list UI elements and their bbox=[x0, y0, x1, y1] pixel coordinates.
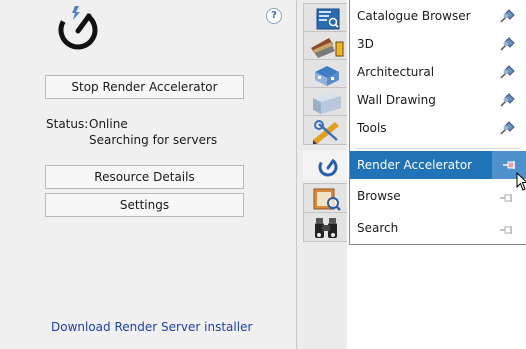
toolbar-wall-drawing[interactable] bbox=[303, 87, 349, 117]
wall-icon bbox=[313, 92, 341, 114]
menu-item-label: Catalogue Browser bbox=[357, 9, 471, 23]
unpinned-pin-icon[interactable] bbox=[499, 223, 515, 237]
menu-item-label: Search bbox=[357, 221, 399, 235]
menu-item-label: Render Accelerator bbox=[357, 158, 473, 172]
render-accelerator-icon bbox=[318, 157, 338, 177]
settings-button[interactable]: Settings bbox=[45, 193, 244, 217]
render-accelerator-logo-icon bbox=[58, 6, 98, 50]
menu-item-tools[interactable]: Tools bbox=[350, 114, 526, 142]
menu-item-architectural[interactable]: Architectural bbox=[350, 58, 526, 86]
menu-item-browse[interactable]: Browse bbox=[350, 182, 526, 210]
menu-item-render-accelerator[interactable]: Render Accelerator bbox=[350, 151, 526, 179]
menu-item-catalogue-browser[interactable]: Catalogue Browser bbox=[350, 2, 526, 30]
building-icon bbox=[315, 66, 339, 86]
toolbar-architectural[interactable] bbox=[303, 59, 349, 89]
toolbar-catalogue-browser[interactable] bbox=[303, 3, 349, 33]
help-button[interactable]: ? bbox=[266, 8, 282, 24]
pin-icon[interactable] bbox=[499, 121, 515, 135]
pin-icon[interactable] bbox=[499, 37, 515, 51]
unpinned-pin-icon bbox=[503, 161, 515, 169]
toolbar-tools[interactable] bbox=[303, 115, 349, 145]
menu-item-3d[interactable]: 3D bbox=[350, 30, 526, 58]
toolbar-flyout-menu: Catalogue Browser 3D Architectural Wall … bbox=[349, 0, 526, 245]
stop-render-accelerator-button[interactable]: Stop Render Accelerator bbox=[45, 75, 244, 99]
menu-item-wall-drawing[interactable]: Wall Drawing bbox=[350, 86, 526, 114]
status-detail: Searching for servers bbox=[89, 133, 218, 147]
content-area bbox=[349, 245, 526, 349]
unpinned-pin-icon[interactable] bbox=[499, 191, 515, 205]
toolbar-render-accelerator[interactable] bbox=[303, 150, 349, 180]
menu-item-label: Wall Drawing bbox=[357, 93, 436, 107]
vertical-toolbar bbox=[303, 0, 349, 245]
catalogue-book-icon bbox=[316, 8, 340, 30]
tools-icon bbox=[313, 120, 339, 144]
status-value: Online bbox=[89, 117, 128, 131]
menu-separator bbox=[356, 148, 521, 149]
menu-item-label: Architectural bbox=[357, 65, 435, 79]
resource-details-button[interactable]: Resource Details bbox=[45, 165, 244, 189]
binoculars-icon bbox=[315, 218, 337, 238]
pin-icon[interactable] bbox=[499, 9, 515, 23]
menu-item-search[interactable]: Search bbox=[350, 214, 526, 242]
download-render-server-link[interactable]: Download Render Server installer bbox=[51, 320, 252, 334]
menu-item-label: 3D bbox=[357, 37, 374, 51]
render-accelerator-panel: ? Stop Render Accelerator Status: Online… bbox=[0, 0, 296, 349]
pin-icon[interactable] bbox=[499, 65, 515, 79]
toolbar-3d[interactable] bbox=[303, 31, 349, 61]
toolbar-search[interactable] bbox=[303, 212, 349, 242]
browse-picture-icon bbox=[313, 188, 341, 211]
mouse-cursor-icon bbox=[516, 172, 526, 191]
status-label: Status: bbox=[46, 117, 89, 131]
material-swatches-icon bbox=[311, 38, 344, 58]
toolbar-browse[interactable] bbox=[303, 183, 349, 213]
pin-icon[interactable] bbox=[499, 93, 515, 107]
menu-item-label: Tools bbox=[357, 121, 387, 135]
menu-item-label: Browse bbox=[357, 189, 401, 203]
